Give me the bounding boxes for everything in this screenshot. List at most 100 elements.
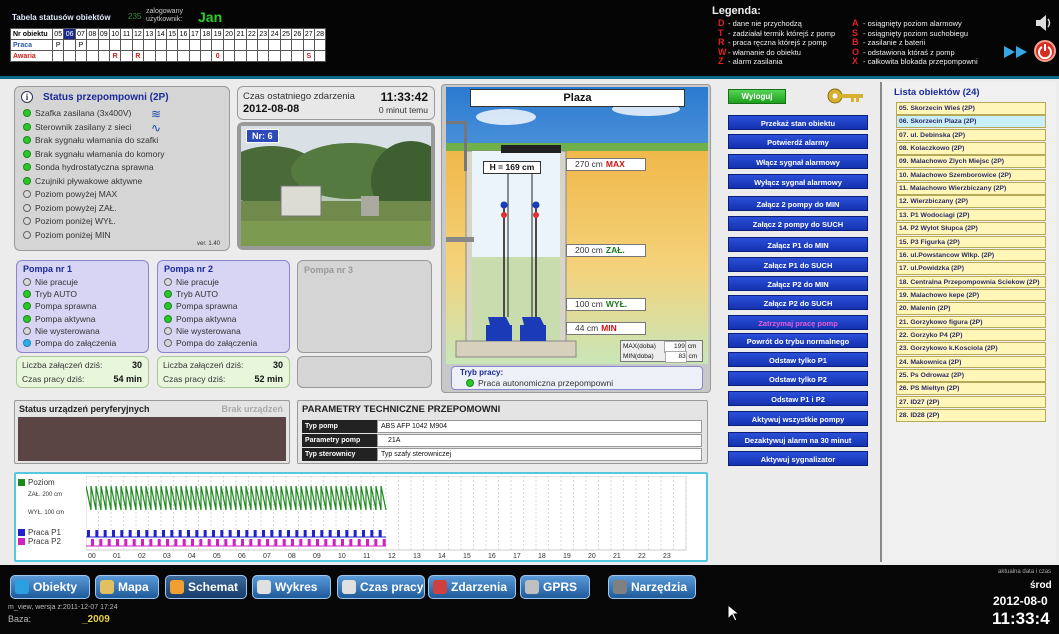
- grid-cell[interactable]: [302, 39, 316, 51]
- grid-cell[interactable]: [222, 50, 236, 62]
- grid-cell[interactable]: [143, 50, 156, 62]
- object-list-item[interactable]: 12. Wierzbiczany (2P): [896, 195, 1046, 208]
- action-button[interactable]: Załącz 2 pompy do SUCH: [728, 216, 868, 231]
- grid-cell[interactable]: [120, 39, 133, 51]
- action-button[interactable]: Załącz P2 do MIN: [728, 276, 868, 291]
- object-list-item[interactable]: 24. Makownica (2P): [896, 355, 1046, 369]
- grid-cell[interactable]: [177, 50, 190, 62]
- object-list-item[interactable]: 16. ul.Powstancow Wlkp. (2P): [896, 248, 1046, 262]
- grid-cell[interactable]: [86, 39, 99, 51]
- object-list-item[interactable]: 23. Gorzykowo k.Kosciola (2P): [896, 342, 1046, 355]
- nav-button-1[interactable]: Mapa: [95, 575, 159, 599]
- grid-cell[interactable]: 27: [302, 28, 316, 40]
- grid-cell[interactable]: 13: [143, 28, 156, 40]
- grid-cell[interactable]: 15: [165, 28, 179, 40]
- logout-button[interactable]: Wyloguj: [728, 89, 786, 104]
- grid-cell[interactable]: R: [131, 50, 145, 62]
- action-button[interactable]: Odstaw P1 i P2: [728, 391, 868, 406]
- action-button[interactable]: Włącz sygnał alarmowy: [728, 154, 868, 169]
- grid-cell[interactable]: [257, 50, 270, 62]
- grid-cell[interactable]: [131, 39, 145, 51]
- action-button[interactable]: Potwierdź alarmy: [728, 134, 868, 149]
- grid-cell[interactable]: [108, 39, 122, 51]
- grid-cell[interactable]: 05: [51, 28, 65, 40]
- grid-cell[interactable]: [257, 39, 270, 51]
- object-list-item[interactable]: 25. Ps Odrowaz (2P): [896, 369, 1046, 382]
- grid-cell[interactable]: 11: [120, 28, 133, 40]
- object-list-item[interactable]: 15. P3 Figurka (2P): [896, 235, 1046, 248]
- nav-button-5[interactable]: Zdarzenia: [428, 575, 516, 599]
- grid-cell[interactable]: 17: [188, 28, 202, 40]
- grid-cell[interactable]: 26: [291, 28, 304, 40]
- object-list-item[interactable]: 11. Malachowo Wierzbiczany (2P): [896, 182, 1046, 195]
- action-button[interactable]: Załącz 2 pompy do MIN: [728, 196, 868, 211]
- action-button[interactable]: Wyłącz sygnał alarmowy: [728, 174, 868, 189]
- grid-cell[interactable]: 28: [313, 28, 327, 40]
- object-list-item[interactable]: 06. Skorzecin Plaza (2P): [896, 115, 1046, 128]
- action-button[interactable]: Załącz P1 do SUCH: [728, 257, 868, 272]
- object-list-item[interactable]: 09. Malachowo Zlych Miejsc (2P): [896, 155, 1046, 168]
- action-button[interactable]: Zatrzymaj pracę pomp: [728, 315, 868, 330]
- action-button[interactable]: Odstaw tylko P1: [728, 352, 868, 367]
- object-list-item[interactable]: 27. ID27 (2P): [896, 395, 1046, 409]
- grid-cell[interactable]: 0: [211, 50, 224, 62]
- grid-cell[interactable]: 23: [257, 28, 270, 40]
- grid-cell[interactable]: [279, 50, 293, 62]
- action-button[interactable]: Aktywuj wszystkie pompy: [728, 411, 868, 426]
- grid-cell[interactable]: 21: [234, 28, 247, 40]
- object-list-item[interactable]: 22. Gorzyko P4 (2P): [896, 328, 1046, 342]
- object-list-item[interactable]: 21. Gorzykowo figura (2P): [896, 315, 1046, 329]
- object-list-item[interactable]: 19. Malachowo kepe (2P): [896, 288, 1046, 302]
- object-list-item[interactable]: 14. P2 Wylot Słupca (2P): [896, 222, 1046, 235]
- key-icon[interactable]: [826, 86, 866, 106]
- nav-button-0[interactable]: Obiekty: [10, 575, 90, 599]
- grid-cell[interactable]: [200, 50, 213, 62]
- grid-cell[interactable]: [200, 39, 213, 51]
- grid-cell[interactable]: [245, 50, 259, 62]
- object-list-item[interactable]: 10. Malachowo Szemborowice (2P): [896, 168, 1046, 182]
- nav-button-6[interactable]: GPRS: [520, 575, 590, 599]
- grid-cell[interactable]: [211, 39, 224, 51]
- grid-cell[interactable]: R: [108, 50, 122, 62]
- action-button[interactable]: Aktywuj sygnalizator: [728, 451, 868, 466]
- action-button[interactable]: Odstaw tylko P2: [728, 371, 868, 386]
- object-list-item[interactable]: 28. ID28 (2P): [896, 409, 1046, 422]
- object-list-item[interactable]: 17. ul.Powidzka (2P): [896, 262, 1046, 275]
- object-list-item[interactable]: 18. Centralna Przepompownia Sciekow (2P): [896, 275, 1046, 288]
- object-list-item[interactable]: 20. Malenin (2P): [896, 302, 1046, 315]
- grid-cell[interactable]: [63, 39, 76, 51]
- nav-button-2[interactable]: Schemat: [165, 575, 247, 599]
- grid-cell[interactable]: 06: [63, 28, 76, 40]
- grid-cell[interactable]: [188, 39, 202, 51]
- action-button[interactable]: Załącz P1 do MIN: [728, 237, 868, 252]
- speaker-icon[interactable]: [1034, 14, 1054, 32]
- action-button[interactable]: Załącz P2 do SUCH: [728, 295, 868, 310]
- grid-cell[interactable]: 12: [131, 28, 145, 40]
- grid-cell[interactable]: [154, 50, 167, 62]
- power-icon[interactable]: [1034, 40, 1056, 62]
- object-list-item[interactable]: 13. P1 Wodociagi (2P): [896, 208, 1046, 222]
- grid-cell[interactable]: [234, 39, 247, 51]
- grid-cell[interactable]: [177, 39, 190, 51]
- grid-cell[interactable]: [154, 39, 167, 51]
- object-list-item[interactable]: 26. PS Mieltyn (2P): [896, 382, 1046, 395]
- object-list-item[interactable]: 05. Skorzecin Wieś (2P): [896, 102, 1046, 115]
- grid-cell[interactable]: 19: [211, 28, 224, 40]
- grid-cell[interactable]: 10: [108, 28, 122, 40]
- grid-cell[interactable]: 22: [245, 28, 259, 40]
- nav-button-4[interactable]: Czas pracy: [337, 575, 425, 599]
- grid-cell[interactable]: 18: [200, 28, 213, 40]
- grid-cell[interactable]: 07: [74, 28, 88, 40]
- grid-cell[interactable]: 20: [222, 28, 236, 40]
- nav-button-3[interactable]: Wykres: [252, 575, 331, 599]
- grid-cell[interactable]: 25: [279, 28, 293, 40]
- grid-cell[interactable]: [279, 39, 293, 51]
- action-button[interactable]: Powrót do trybu normalnego: [728, 333, 868, 348]
- grid-cell[interactable]: [268, 50, 281, 62]
- grid-cell[interactable]: [120, 50, 133, 62]
- action-button[interactable]: Przekaż stan obiektu: [728, 115, 868, 130]
- camera-panel[interactable]: Nr: 6: [237, 122, 435, 250]
- grid-cell[interactable]: [245, 39, 259, 51]
- grid-cell[interactable]: [313, 39, 327, 51]
- grid-cell[interactable]: [63, 50, 76, 62]
